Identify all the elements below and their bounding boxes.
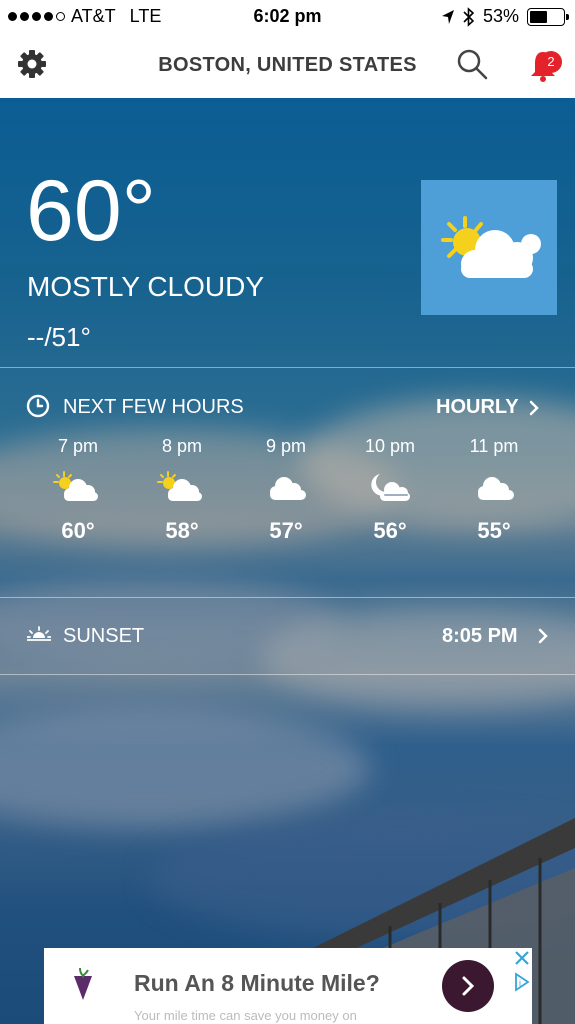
sunset-label: SUNSET bbox=[63, 625, 145, 647]
sunset-row[interactable]: SUNSET 8:05 PM bbox=[0, 598, 575, 674]
chevron-right-icon bbox=[529, 400, 539, 415]
partly-cloudy-icon bbox=[441, 216, 541, 278]
current-temperature: 60° bbox=[26, 163, 157, 259]
partly-cloudy-icon bbox=[157, 471, 202, 501]
hourly-forecast-row: 7 pm 60° 8 pm 58° 9 pm 57° 10 pm 56° 11 … bbox=[30, 436, 550, 556]
hourly-link-label: HOURLY bbox=[436, 396, 519, 418]
app-header: BOSTON, UNITED STATES bbox=[0, 34, 575, 98]
hour-time: 8 pm bbox=[161, 436, 203, 456]
search-icon[interactable] bbox=[456, 48, 488, 80]
hour-time: 9 pm bbox=[265, 436, 307, 456]
hour-time: 7 pm bbox=[57, 436, 99, 456]
cloud-icon bbox=[478, 477, 514, 500]
high-low-temperature: --/51° bbox=[27, 322, 91, 352]
hour-temperature: 57° bbox=[269, 518, 303, 543]
hour-temperature: 56° bbox=[373, 518, 407, 543]
notification-badge: 2 bbox=[540, 51, 562, 73]
moon-cloud-icon bbox=[371, 474, 410, 501]
battery-percent: 53% bbox=[482, 6, 519, 26]
chevron-right-icon bbox=[462, 976, 475, 996]
hour-time: 10 pm bbox=[364, 436, 416, 456]
hour-item[interactable]: 10 pm 56° bbox=[340, 436, 440, 544]
current-condition: MOSTLY CLOUDY bbox=[27, 271, 265, 302]
sunset-time: 8:05 PM bbox=[442, 625, 518, 647]
sunset-icon bbox=[27, 626, 51, 641]
ad-subtext: Your mile time can save you money on bbox=[134, 1008, 357, 1023]
chevron-right-icon bbox=[538, 628, 548, 644]
ad-banner[interactable]: Run An 8 Minute Mile? Your mile time can… bbox=[44, 948, 532, 1024]
hour-time: 11 pm bbox=[469, 436, 519, 456]
hour-temperature: 55° bbox=[477, 518, 511, 543]
partly-cloudy-icon bbox=[53, 471, 98, 501]
location-arrow-icon bbox=[441, 9, 454, 24]
hour-item[interactable]: 7 pm 60° bbox=[28, 436, 128, 544]
hour-item[interactable]: 8 pm 58° bbox=[132, 436, 232, 544]
divider bbox=[0, 367, 575, 368]
hour-temperature: 58° bbox=[165, 518, 199, 543]
cloud-icon bbox=[270, 477, 306, 500]
clock-icon bbox=[26, 394, 50, 418]
status-bar: AT&T LTE 6:02 pm 53% bbox=[0, 0, 575, 34]
hour-item[interactable]: 9 pm 57° bbox=[236, 436, 336, 544]
hour-item[interactable]: 11 pm 55° bbox=[444, 436, 544, 544]
adchoices-icon[interactable]: i bbox=[512, 972, 532, 992]
advertiser-logo-icon bbox=[74, 967, 92, 1000]
bluetooth-icon bbox=[463, 6, 475, 27]
condition-tile[interactable] bbox=[421, 180, 557, 315]
ad-headline[interactable]: Run An 8 Minute Mile? bbox=[134, 970, 380, 997]
battery-icon bbox=[527, 7, 569, 26]
status-right: 53% bbox=[441, 6, 569, 27]
ad-go-button[interactable] bbox=[442, 960, 494, 1012]
hour-temperature: 60° bbox=[61, 518, 95, 543]
next-hours-label: NEXT FEW HOURS bbox=[63, 396, 244, 418]
hourly-link[interactable]: HOURLY bbox=[436, 396, 539, 419]
svg-text:i: i bbox=[519, 978, 521, 988]
divider bbox=[0, 674, 575, 675]
location-title[interactable]: BOSTON, UNITED STATES bbox=[0, 54, 575, 77]
ad-close-icon[interactable] bbox=[512, 948, 532, 968]
